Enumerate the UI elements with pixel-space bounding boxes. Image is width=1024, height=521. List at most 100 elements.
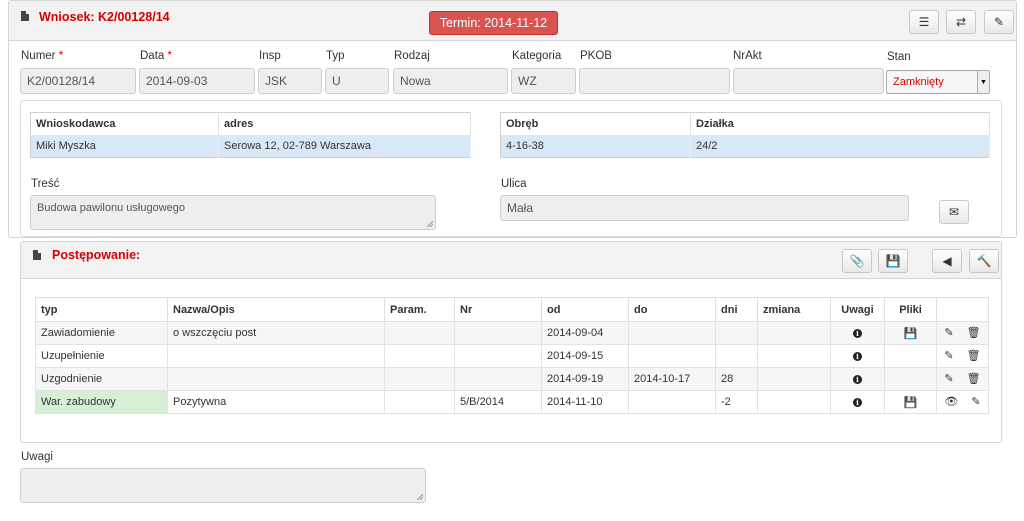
table-row[interactable]: Uzgodnienie 2014-09-19 2014-10-17 28 i ✎… [35, 367, 989, 391]
send-mail-button[interactable]: ✉ [939, 200, 969, 224]
edit-icon[interactable]: ✎ [944, 351, 953, 362]
cell-dni: -2 [715, 390, 758, 414]
gavel-button[interactable]: 🔨 [969, 249, 999, 273]
deadline-badge: Termin: 2014-11-12 [429, 11, 558, 35]
col-nr[interactable]: Nr [454, 297, 542, 322]
cell-do [628, 390, 716, 414]
edit-icon[interactable]: ✎ [944, 328, 953, 339]
info-icon[interactable]: i [853, 329, 862, 338]
dzialka-value: 24/2 [690, 134, 990, 158]
table-row[interactable]: War. zabudowy Pozytywna 5/B/2014 2014-11… [35, 390, 989, 414]
obreb-header: Obręb [500, 112, 691, 135]
cell-do [628, 321, 716, 345]
content-textarea[interactable]: Budowa pawilonu usługowego [30, 195, 436, 230]
edit-button[interactable]: ✎ [984, 10, 1014, 34]
rodzaj-field[interactable]: Nowa [393, 68, 508, 94]
table-row[interactable]: Uzupełnienie 2014-09-15 i ✎ 🗑 [35, 344, 989, 368]
cell-do [628, 344, 716, 368]
field-label-numer: Numer * [21, 50, 64, 62]
kategoria-field[interactable]: WZ [511, 68, 576, 94]
field-label-kategoria: Kategoria [512, 50, 562, 62]
eye-icon[interactable]: 👁 [944, 397, 958, 408]
edit-icon[interactable]: ✎ [971, 397, 980, 408]
notes-textarea[interactable] [20, 468, 426, 503]
proceedings-header-row: typ Nazwa/Opis Param. Nr od do dni zmian… [35, 297, 989, 322]
status-value: Zamknięty [893, 76, 944, 88]
trash-icon[interactable]: 🗑 [967, 328, 981, 339]
nrakt-field[interactable] [733, 68, 884, 94]
col-do[interactable]: do [628, 297, 716, 322]
status-select[interactable]: Zamknięty ▼ [886, 70, 990, 94]
cell-do: 2014-10-17 [628, 367, 716, 391]
list-button[interactable]: ☰ [909, 10, 939, 34]
cell-od: 2014-11-10 [541, 390, 629, 414]
cell-dni: 28 [715, 367, 758, 391]
save-button[interactable]: 💾 [878, 249, 908, 273]
numer-field[interactable]: K2/00128/14 [20, 68, 136, 94]
col-nazwa[interactable]: Nazwa/Opis [167, 297, 385, 322]
street-field[interactable]: Mała [500, 195, 909, 221]
parcel-table: Obręb Działka 4-16-38 24/2 [500, 112, 990, 158]
proceedings-header: Postępowanie: 📎 💾 ◀ 🔨 [21, 242, 1001, 279]
save-icon[interactable]: 💾 [904, 397, 918, 409]
refresh-button[interactable]: ⇄ [946, 10, 976, 34]
refresh-icon: ⇄ [955, 15, 967, 29]
pkob-field[interactable] [579, 68, 730, 94]
trash-icon[interactable]: 🗑 [967, 374, 981, 385]
cell-typ: Uzupełnienie [35, 344, 168, 368]
proceedings-title: Postępowanie: [52, 248, 141, 262]
document-icon [21, 11, 29, 21]
col-pliki[interactable]: Pliki [884, 297, 937, 322]
resize-grip-icon[interactable] [417, 494, 423, 500]
notes-label: Uwagi [21, 451, 53, 463]
field-label-insp: Insp [259, 50, 281, 62]
cell-param [384, 344, 455, 368]
col-zmiana[interactable]: zmiana [757, 297, 831, 322]
field-label-stan: Stan [887, 51, 911, 63]
col-dni[interactable]: dni [715, 297, 758, 322]
trash-icon[interactable]: 🗑 [967, 351, 981, 362]
table-row[interactable]: Zawiadomienie o wszczęciu post 2014-09-0… [35, 321, 989, 345]
cell-nr [454, 344, 542, 368]
attach-button[interactable]: 📎 [842, 249, 872, 273]
cell-nr: 5/B/2014 [454, 390, 542, 414]
field-label-rodzaj: Rodzaj [394, 50, 430, 62]
save-icon[interactable]: 💾 [904, 328, 918, 340]
cell-nr [454, 321, 542, 345]
info-icon[interactable]: i [853, 398, 862, 407]
edit-icon[interactable]: ✎ [944, 374, 953, 385]
obreb-value: 4-16-38 [500, 134, 691, 158]
cell-zmiana [757, 367, 831, 391]
cell-nr [454, 367, 542, 391]
content-value: Budowa pawilonu usługowego [37, 202, 185, 214]
col-param[interactable]: Param. [384, 297, 455, 322]
gavel-icon: 🔨 [976, 254, 992, 268]
info-icon[interactable]: i [853, 375, 862, 384]
data-field[interactable]: 2014-09-03 [139, 68, 255, 94]
applicant-address: Serowa 12, 02-789 Warszawa [218, 134, 471, 158]
typ-field[interactable]: U [325, 68, 389, 94]
insp-field[interactable]: JSK [258, 68, 322, 94]
cell-od: 2014-09-04 [541, 321, 629, 345]
back-button[interactable]: ◀ [932, 249, 962, 273]
col-od[interactable]: od [541, 297, 629, 322]
applicant-table: Wnioskodawca adres Miki Myszka Serowa 12… [30, 112, 471, 158]
resize-grip-icon[interactable] [427, 221, 433, 227]
col-uwagi[interactable]: Uwagi [830, 297, 885, 322]
table-row[interactable]: 4-16-38 24/2 [500, 134, 990, 158]
list-icon: ☰ [918, 15, 930, 29]
cell-od: 2014-09-15 [541, 344, 629, 368]
cell-param [384, 367, 455, 391]
cell-nazwa: o wszczęciu post [167, 321, 385, 345]
application-header: Wniosek: K2/00128/14 Termin: 2014-11-12 … [9, 1, 1016, 41]
info-icon[interactable]: i [853, 352, 862, 361]
chevron-down-icon: ▼ [977, 71, 989, 93]
edit-icon: ✎ [993, 15, 1005, 29]
cell-od: 2014-09-19 [541, 367, 629, 391]
field-label-data: Data * [140, 50, 172, 62]
cell-zmiana [757, 390, 831, 414]
col-typ[interactable]: typ [35, 297, 168, 322]
field-label-nrakt: NrAkt [733, 50, 762, 62]
cell-dni [715, 321, 758, 345]
table-row[interactable]: Miki Myszka Serowa 12, 02-789 Warszawa [30, 134, 471, 158]
